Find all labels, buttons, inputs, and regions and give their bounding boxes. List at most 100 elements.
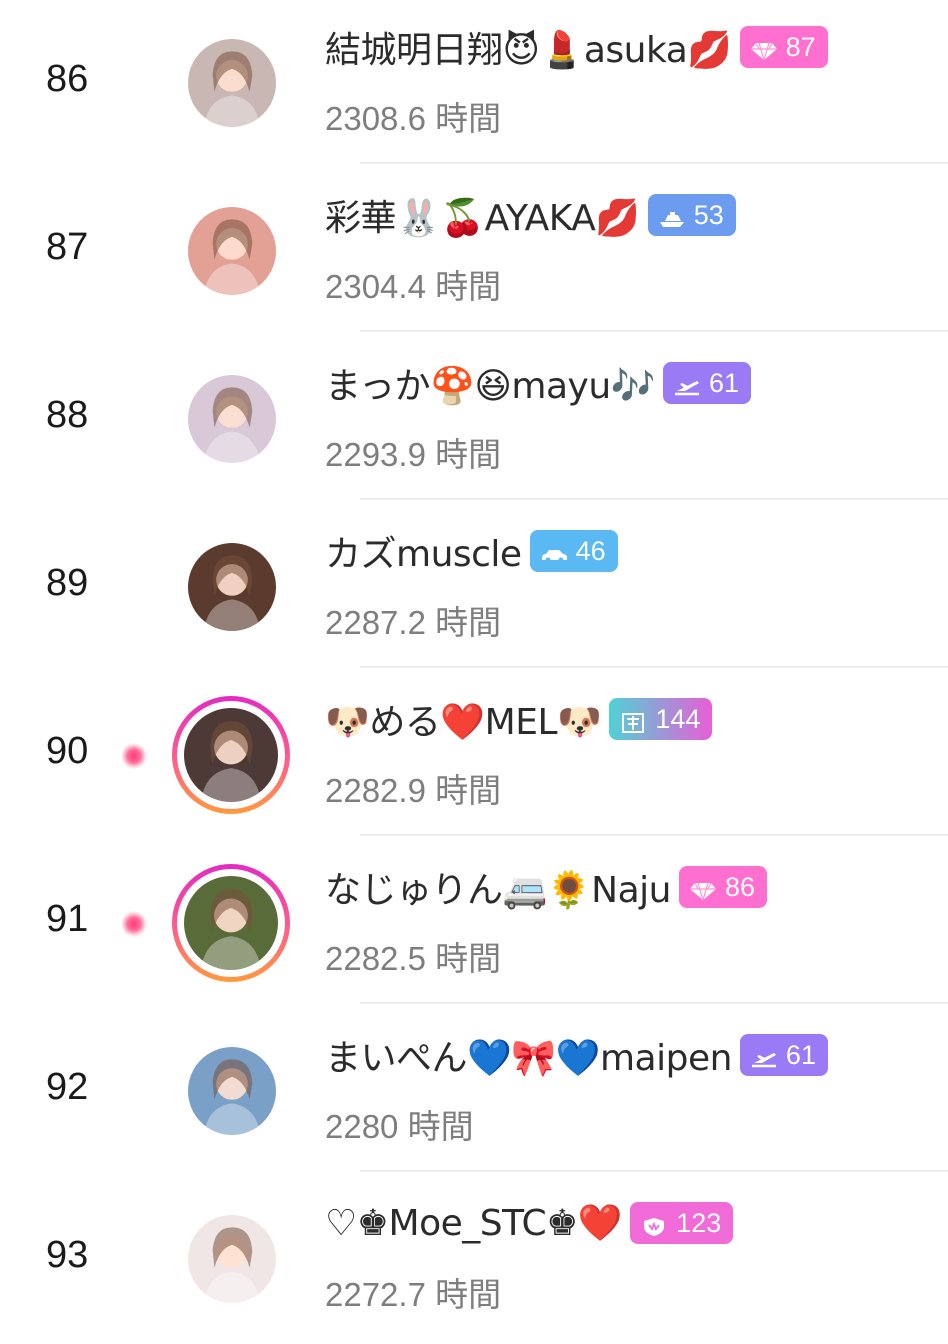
plane-icon (750, 1045, 778, 1068)
avatar (184, 708, 278, 802)
hours-stat: 2282.5 時間 (325, 932, 501, 980)
hours-unit: 時間 (435, 940, 502, 977)
hours-unit: 時間 (435, 1276, 502, 1313)
level-number: 123 (676, 1207, 722, 1238)
ranking-row[interactable]: 93 ♡♚Moe_STC♚❤️ 123 2272.7 時間 (0, 1176, 948, 1344)
level-badge: 53 (647, 194, 736, 236)
row-divider (360, 1170, 948, 1172)
level-number: 61 (709, 367, 740, 398)
hours-value: 2293.9 (325, 436, 426, 473)
rank-number: 90 (46, 730, 89, 772)
hours-value: 2280 (325, 1108, 399, 1145)
rank-number: 89 (46, 562, 89, 604)
rank-number: 86 (46, 58, 89, 100)
avatar (184, 876, 278, 970)
plane-icon (673, 373, 701, 396)
user-name[interactable]: まいぺん💙🎀💙maipen (325, 1029, 732, 1081)
name-line: 結城明日翔😈💄asuka💋 87 (325, 21, 828, 73)
rank-number: 93 (46, 1234, 89, 1276)
hours-stat: 2272.7 時間 (325, 1268, 501, 1316)
diamond-icon (689, 877, 717, 901)
row-divider (360, 1002, 948, 1004)
hours-unit: 時間 (435, 436, 502, 473)
level-badge: 61 (663, 362, 752, 404)
name-line: まいぺん💙🎀💙maipen 61 (325, 1029, 828, 1081)
user-name[interactable]: なじゅりん🚐🌻Naju (325, 861, 671, 913)
ranking-row[interactable]: 87 彩華🐰🍒AYAKA💋 53 2304.4 時間 (0, 168, 948, 336)
row-divider (360, 834, 948, 836)
hours-value: 2304.4 (325, 268, 426, 305)
car-icon (540, 541, 568, 563)
hours-unit: 時間 (435, 100, 502, 137)
name-line: なじゅりん🚐🌻Naju 86 (325, 861, 768, 913)
hours-value: 2287.2 (325, 604, 426, 641)
name-line: 🐶める❤️MEL🐶 144 (325, 693, 713, 745)
diamond-icon (750, 37, 778, 61)
name-line: ♡♚Moe_STC♚❤️ 123 (325, 1200, 734, 1246)
hours-stat: 2304.4 時間 (325, 260, 501, 308)
hours-unit: 時間 (407, 1108, 474, 1145)
rank-number: 87 (46, 226, 89, 268)
avatar[interactable] (188, 207, 276, 295)
hours-value: 2308.6 (325, 100, 426, 137)
hours-unit: 時間 (435, 772, 502, 809)
user-name[interactable]: まっか🍄😆mayu🎶 (325, 357, 656, 409)
shield-icon (640, 1213, 668, 1236)
level-number: 86 (724, 871, 756, 902)
row-divider (360, 498, 948, 500)
ranking-row[interactable]: 92 まいぺん💙🎀💙maipen 61 2280 時間 (0, 1008, 948, 1176)
name-line: 彩華🐰🍒AYAKA💋 53 (325, 189, 736, 241)
ranking-row[interactable]: 91 なじゅりん🚐🌻Naju 86 2282.5 時間 (0, 840, 948, 1008)
user-name[interactable]: 彩華🐰🍒AYAKA💋 (325, 189, 640, 241)
hours-stat: 2293.9 時間 (325, 428, 501, 476)
ranking-row[interactable]: 86 結城明日翔😈💄asuka💋 87 2308.6 時間 (0, 0, 948, 168)
level-badge: 144 (609, 698, 713, 740)
user-name[interactable]: 🐶める❤️MEL🐶 (325, 693, 602, 745)
name-line: まっか🍄😆mayu🎶 61 (325, 357, 752, 409)
avatar[interactable] (188, 375, 276, 463)
row-divider (360, 330, 948, 332)
level-number: 46 (575, 535, 606, 566)
hours-value: 2282.9 (325, 772, 426, 809)
user-name[interactable]: ♡♚Moe_STC♚❤️ (325, 1202, 623, 1244)
hours-stat: 2308.6 時間 (325, 92, 501, 140)
level-badge: 61 (739, 1034, 828, 1076)
hours-stat: 2287.2 時間 (325, 596, 501, 644)
hours-unit: 時間 (435, 604, 502, 641)
avatar[interactable] (188, 1047, 276, 1135)
level-number: 53 (693, 199, 724, 230)
hours-value: 2282.5 (325, 940, 426, 977)
level-badge: 87 (739, 26, 828, 68)
avatar-live-ring[interactable] (172, 864, 290, 982)
row-divider (360, 162, 948, 164)
level-badge: 86 (678, 866, 768, 908)
ranking-row[interactable]: 88 まっか🍄😆mayu🎶 61 2293.9 時間 (0, 336, 948, 504)
ranking-list: 86 結城明日翔😈💄asuka💋 87 2308.6 時間 87 彩華🐰🍒AYAKA💋 53… (0, 0, 948, 1328)
avatar[interactable] (188, 39, 276, 127)
row-divider (360, 666, 948, 668)
live-indicator-dot (121, 743, 147, 769)
hours-stat: 2280 時間 (325, 1100, 474, 1148)
rank-number: 92 (46, 1066, 89, 1108)
ranking-row[interactable]: 90 🐶める❤️MEL🐶 144 2282.9 時間 (0, 672, 948, 840)
level-number: 144 (655, 703, 701, 734)
avatar[interactable] (188, 1215, 276, 1303)
hours-stat: 2282.9 時間 (325, 764, 501, 812)
level-badge: 46 (529, 530, 618, 572)
ship-icon (658, 205, 686, 227)
name-line: カズmuscle 46 (325, 525, 618, 577)
ranking-row[interactable]: 89 カズmuscle 46 2287.2 時間 (0, 504, 948, 672)
level-badge: 123 (630, 1202, 734, 1244)
rank-number: 91 (46, 898, 89, 940)
user-name[interactable]: カズmuscle (325, 525, 522, 577)
level-number: 87 (785, 31, 816, 62)
user-name[interactable]: 結城明日翔😈💄asuka💋 (325, 21, 732, 73)
avatar[interactable] (188, 543, 276, 631)
level-number: 61 (785, 1039, 816, 1070)
live-indicator-dot (121, 911, 147, 937)
rank-number: 88 (46, 394, 89, 436)
hours-value: 2272.7 (325, 1276, 426, 1313)
avatar-live-ring[interactable] (172, 696, 290, 814)
castle-icon (619, 709, 647, 733)
hours-unit: 時間 (435, 268, 502, 305)
